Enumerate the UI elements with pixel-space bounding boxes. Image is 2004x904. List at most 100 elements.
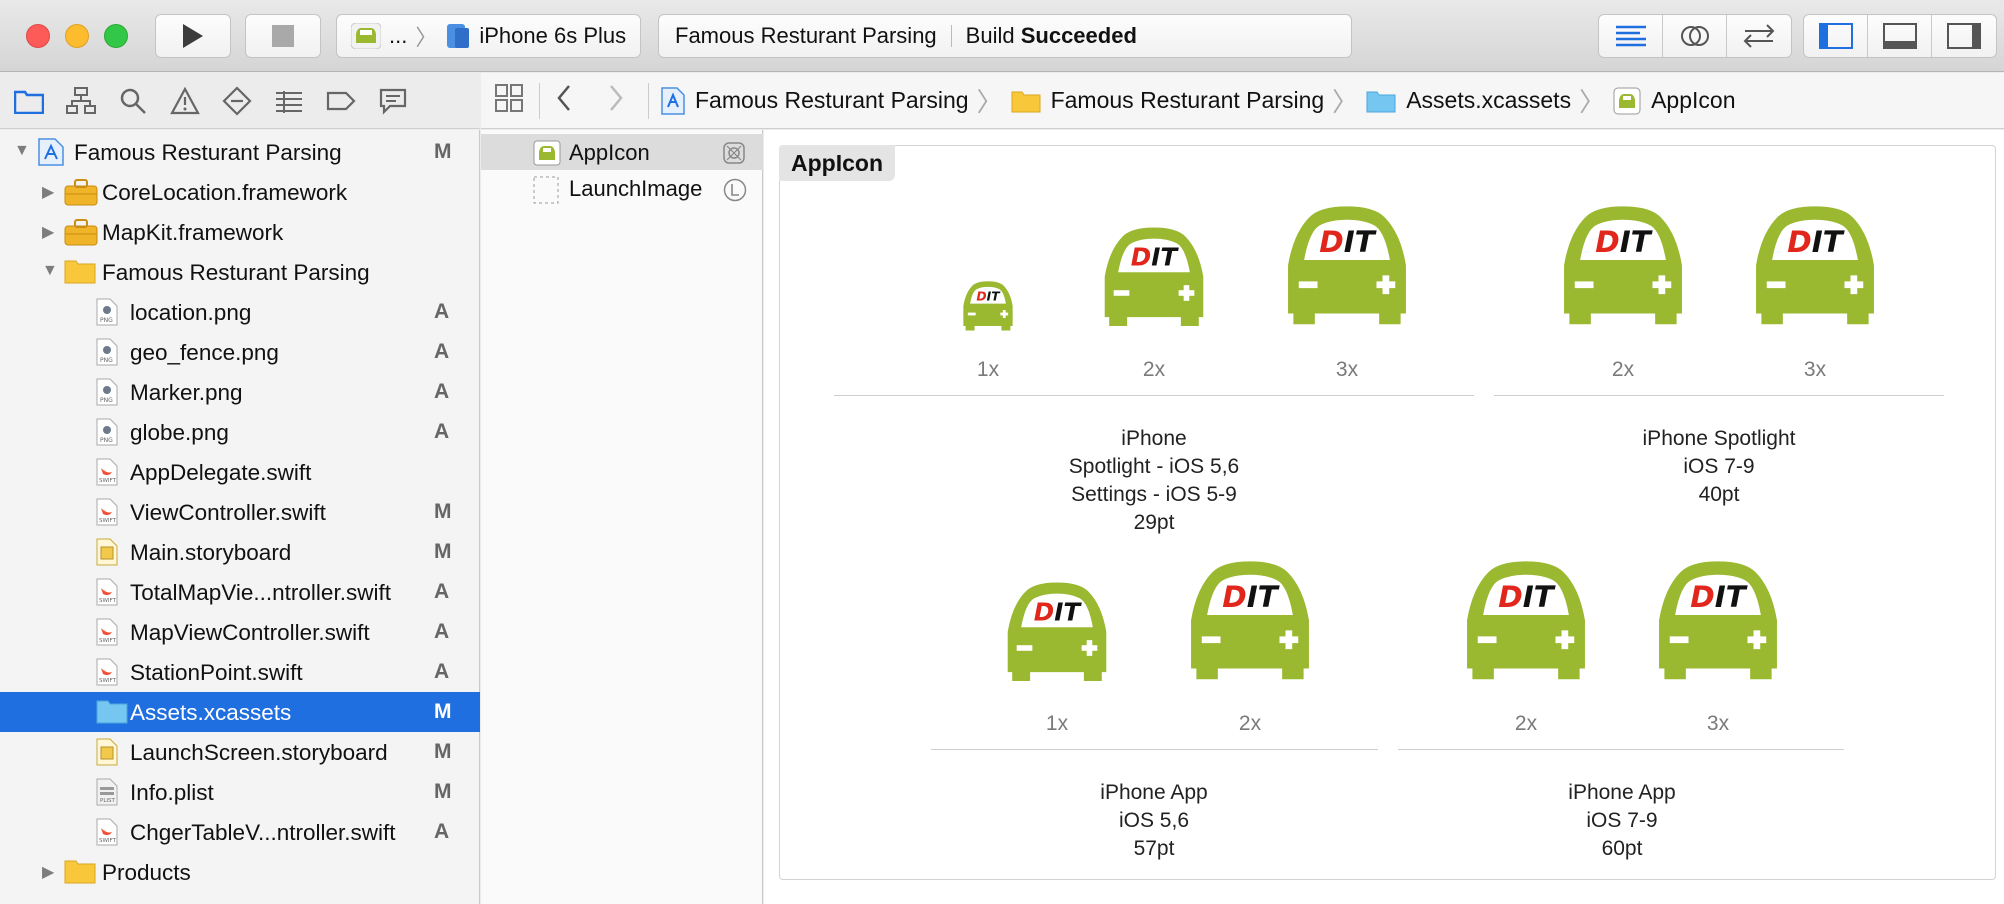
scale-label: 2x bbox=[1611, 358, 1635, 381]
svg-text:DIT: DIT bbox=[976, 289, 1001, 303]
navigator-item[interactable]: SWIFT AppDelegate.swift bbox=[0, 452, 480, 492]
svg-text:SWIFT: SWIFT bbox=[99, 598, 117, 604]
version-editor-button[interactable] bbox=[1727, 15, 1791, 57]
png-file-icon: PNG bbox=[96, 298, 118, 332]
forward-button[interactable] bbox=[608, 84, 638, 118]
navigator-item[interactable]: SWIFT ChgerTableV...ntroller.swift A bbox=[0, 812, 480, 852]
symbol-navigator-tab[interactable] bbox=[66, 86, 96, 116]
scheme-target: ... bbox=[389, 23, 408, 48]
toggle-navigator-button[interactable] bbox=[1804, 15, 1868, 57]
navigator-item[interactable]: Main.storyboard M bbox=[0, 532, 480, 572]
test-navigator-tab[interactable] bbox=[222, 85, 252, 116]
appicon-badge-icon bbox=[723, 142, 745, 164]
swift-file-icon: SWIFT bbox=[96, 818, 118, 852]
navigator-item[interactable]: ▶ CoreLocation.framework bbox=[0, 172, 480, 212]
app-icon-slot[interactable]: DIT bbox=[1280, 201, 1414, 340]
debug-navigator-tab[interactable] bbox=[274, 86, 304, 116]
app-icon-slot[interactable]: DIT bbox=[1001, 578, 1113, 695]
activity-project: Famous Resturant Parsing bbox=[675, 23, 937, 48]
navigator-item[interactable]: ▼ Famous Resturant Parsing M bbox=[0, 132, 480, 172]
breadcrumb-separator-icon: 〉 bbox=[1332, 87, 1359, 117]
disclosure-expanded-icon[interactable]: ▼ bbox=[14, 142, 30, 160]
svg-text:DIT: DIT bbox=[1034, 598, 1083, 627]
find-navigator-tab[interactable] bbox=[118, 86, 148, 116]
navigator-item[interactable]: ▶ Products bbox=[0, 852, 480, 892]
navigator-item[interactable]: ▼ Famous Resturant Parsing bbox=[0, 252, 480, 292]
search-icon bbox=[120, 88, 146, 114]
app-icon-slot[interactable]: DIT bbox=[960, 279, 1016, 340]
minimize-window-button[interactable] bbox=[65, 24, 89, 48]
breadcrumb-group[interactable]: Famous Resturant Parsing bbox=[1011, 87, 1324, 114]
scale-label: 3x bbox=[1803, 358, 1827, 381]
navigator-item[interactable]: PLIST Info.plist M bbox=[0, 772, 480, 812]
disclosure-expanded-icon[interactable]: ▼ bbox=[42, 262, 58, 280]
toggle-debug-area-button[interactable] bbox=[1868, 15, 1932, 57]
app-icon-set-icon bbox=[1613, 87, 1641, 114]
scm-status-badge: A bbox=[434, 620, 450, 643]
breadcrumb-appicon[interactable]: AppIcon bbox=[1613, 87, 1736, 115]
svg-text:DIT: DIT bbox=[1131, 243, 1180, 272]
app-icon-slot[interactable]: DIT bbox=[1651, 556, 1785, 695]
standard-editor-button[interactable] bbox=[1599, 15, 1663, 57]
app-icon-slot[interactable]: DIT bbox=[1556, 201, 1690, 340]
scm-status-badge: M bbox=[434, 540, 452, 563]
navigator-item[interactable]: ▶ MapKit.framework bbox=[0, 212, 480, 252]
navigator-item[interactable]: PNG location.png A bbox=[0, 292, 480, 332]
navigator-selector-bar bbox=[0, 73, 480, 129]
toggle-utilities-button[interactable] bbox=[1932, 15, 1996, 57]
scheme-selector[interactable]: ... 〉 iPhone 6s Plus bbox=[336, 14, 641, 58]
standard-editor-icon bbox=[1615, 25, 1646, 47]
scale-label: 1x bbox=[976, 358, 1000, 381]
navigator-item[interactable]: SWIFT TotalMapVie...ntroller.swift A bbox=[0, 572, 480, 612]
breakpoint-navigator-tab[interactable] bbox=[326, 86, 356, 116]
navigator-item[interactable]: SWIFT MapViewController.swift A bbox=[0, 612, 480, 652]
app-icon-slot[interactable]: DIT bbox=[1098, 223, 1210, 340]
folder-icon bbox=[64, 258, 96, 290]
toolbox-icon bbox=[64, 178, 98, 212]
navigator-item[interactable]: PNG geo_fence.png A bbox=[0, 332, 480, 372]
navigator-item[interactable]: PNG globe.png A bbox=[0, 412, 480, 452]
breadcrumb-project[interactable]: Famous Resturant Parsing bbox=[661, 86, 969, 115]
disclosure-collapsed-icon[interactable]: ▶ bbox=[42, 182, 54, 202]
app-icon-slot[interactable]: DIT bbox=[1748, 201, 1882, 340]
asset-item-launchimage[interactable]: LaunchImage bbox=[481, 170, 763, 206]
chevron-left-icon bbox=[557, 84, 570, 111]
navigator-item[interactable]: LaunchScreen.storyboard M bbox=[0, 732, 480, 772]
scheme-device: iPhone 6s Plus bbox=[479, 23, 627, 48]
project-navigator: ▼ Famous Resturant Parsing M ▶ CoreLocation.… bbox=[0, 130, 480, 904]
navigator-item[interactable]: SWIFT StationPoint.swift A bbox=[0, 652, 480, 692]
asset-item-appicon[interactable]: AppIcon bbox=[481, 134, 763, 170]
chevron-right-icon: 〉 bbox=[415, 25, 438, 50]
asset-item-label: AppIcon bbox=[569, 140, 650, 165]
utilities-panel-icon bbox=[1947, 23, 1981, 49]
navigator-item-label: MapKit.framework bbox=[102, 220, 284, 245]
related-items-button[interactable] bbox=[495, 83, 523, 118]
project-navigator-tab[interactable] bbox=[14, 86, 44, 116]
app-icon-slot[interactable]: DIT bbox=[1183, 556, 1317, 695]
app-icon-slot[interactable]: DIT bbox=[1459, 556, 1593, 695]
navigator-item[interactable]: Assets.xcassets M bbox=[0, 692, 480, 732]
disclosure-collapsed-icon[interactable]: ▶ bbox=[42, 862, 54, 882]
navigator-item-label: Famous Resturant Parsing bbox=[74, 140, 342, 165]
scale-label: 2x bbox=[1142, 358, 1166, 381]
issue-navigator-tab[interactable] bbox=[170, 86, 200, 116]
toolbox-icon bbox=[64, 218, 98, 252]
asset-catalog-list: AppIcon LaunchImage bbox=[481, 130, 763, 904]
stop-icon bbox=[272, 25, 294, 47]
zoom-window-button[interactable] bbox=[104, 24, 128, 48]
close-window-button[interactable] bbox=[26, 24, 50, 48]
assistant-editor-button[interactable] bbox=[1663, 15, 1727, 57]
navigator-item[interactable]: SWIFT ViewController.swift M bbox=[0, 492, 480, 532]
report-navigator-tab[interactable] bbox=[378, 86, 408, 116]
breadcrumb-separator-icon: 〉 bbox=[976, 87, 1003, 117]
caption-line: iPhone App bbox=[1100, 781, 1208, 804]
breadcrumb-assets[interactable]: Assets.xcassets bbox=[1366, 87, 1571, 114]
navigator-item-label: Products bbox=[102, 860, 191, 885]
disclosure-collapsed-icon[interactable]: ▶ bbox=[42, 222, 54, 242]
stop-button[interactable] bbox=[245, 14, 321, 58]
run-button[interactable] bbox=[155, 14, 231, 58]
navigator-item[interactable]: PNG Marker.png A bbox=[0, 372, 480, 412]
back-button[interactable] bbox=[556, 84, 586, 118]
scm-status-badge: M bbox=[434, 700, 452, 723]
svg-text:SWIFT: SWIFT bbox=[99, 838, 117, 844]
